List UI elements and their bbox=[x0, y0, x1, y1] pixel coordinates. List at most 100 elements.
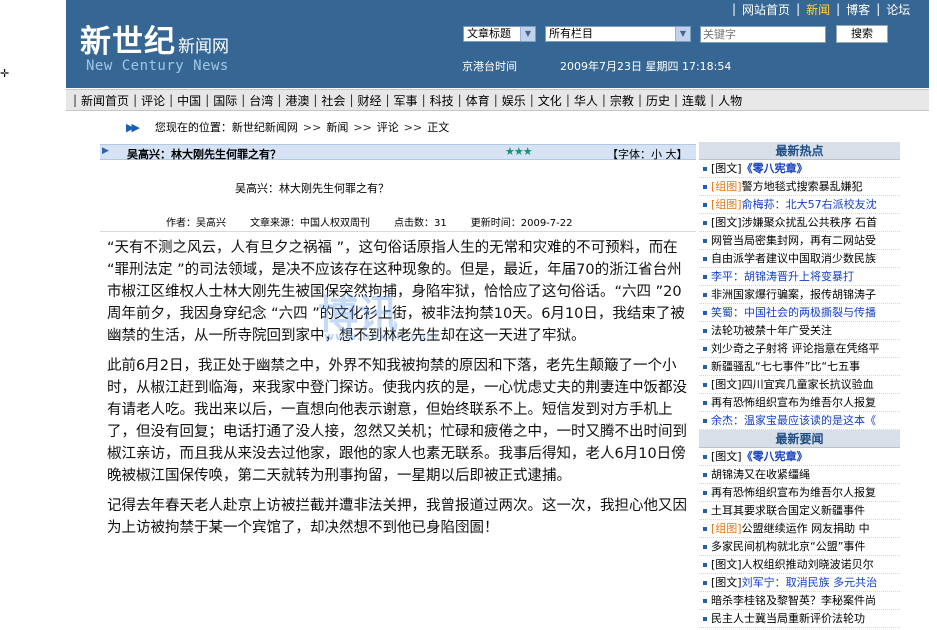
sidebar-news-item[interactable]: [图文] 《零八宪章》 bbox=[699, 160, 900, 178]
breadcrumb-link[interactable]: 新闻 bbox=[326, 119, 348, 135]
nav-item[interactable]: 华人 bbox=[574, 92, 598, 109]
sidebar-news-item[interactable]: 多家民间机构就北京“公盟”事件 bbox=[699, 538, 900, 556]
sidebar-news-item[interactable]: [图文] 人权组织推动刘晓波诺贝尔 bbox=[699, 556, 900, 574]
divider: | bbox=[385, 93, 390, 107]
news-item-link[interactable]: 俞梅荪：北大57右派校友沈 bbox=[742, 196, 877, 213]
news-item-link[interactable]: 李平：胡锦涛晋升上将变暴打 bbox=[711, 268, 854, 285]
news-item-link[interactable]: 多家民间机构就北京“公盟”事件 bbox=[711, 538, 865, 555]
search-field-select[interactable]: 文章标题 ▼ bbox=[463, 26, 536, 42]
search-button[interactable]: 搜索 bbox=[836, 25, 888, 43]
bullet-icon bbox=[703, 166, 707, 171]
sidebar-news-item[interactable]: 网管当局密集封网，再有二网站受 bbox=[699, 232, 900, 250]
nav-item[interactable]: 历史 bbox=[646, 92, 670, 109]
sidebar-news-item[interactable]: [组图] 警方地毯式搜索暴乱嫌犯 bbox=[699, 178, 900, 196]
news-item-link[interactable]: 《零八宪章》 bbox=[742, 448, 808, 465]
top-link-home[interactable]: 网站首页 bbox=[742, 1, 790, 18]
nav-item[interactable]: 体育 bbox=[466, 92, 490, 109]
sidebar-news-item[interactable]: [图文] 四川宜宾几童家长抗议验血 bbox=[699, 376, 900, 394]
news-item-link[interactable]: 余杰：温家宝最应该读的是这本《 bbox=[711, 412, 876, 429]
news-item-link[interactable]: 再有恐怖组织宣布为维吾尔人报复 bbox=[711, 484, 876, 501]
sidebar-news-item[interactable]: 刘少奇之子射将 评论指意在凭络平 bbox=[699, 340, 900, 358]
nav-item[interactable]: 评论 bbox=[141, 92, 165, 109]
bullet-icon bbox=[703, 508, 707, 513]
news-item-link[interactable]: 刘军宁：取消民族 多元共治 bbox=[742, 574, 878, 591]
nav-item[interactable]: 新闻首页 bbox=[81, 92, 129, 109]
search-column-select[interactable]: 所有栏目 ▼ bbox=[545, 26, 691, 42]
breadcrumb-link[interactable]: 新世纪新闻网 bbox=[232, 119, 298, 135]
sidebar-news-item[interactable]: 笑蜀：中国社会的两极撕裂与传播 bbox=[699, 304, 900, 322]
news-item-link[interactable]: 四川宜宾几童家长抗议验血 bbox=[742, 376, 874, 393]
news-item-link[interactable]: 新疆骚乱“七七事件”比“七五事 bbox=[711, 358, 860, 375]
sidebar-news-item[interactable]: [图文] 《零八宪章》 bbox=[699, 448, 900, 466]
sidebar-news-item[interactable]: 余杰：温家宝最应该读的是这本《 bbox=[699, 412, 900, 430]
sidebar-news-item[interactable]: 暗杀李桂铭及黎智英？李秘案件尚 bbox=[699, 592, 900, 610]
sidebar-news-item[interactable]: 再有恐怖组织宣布为维吾尔人报复 bbox=[699, 484, 900, 502]
divider: | bbox=[796, 2, 801, 16]
top-link-forum[interactable]: 论坛 bbox=[886, 1, 910, 18]
chevron-down-icon: ▼ bbox=[520, 27, 535, 41]
nav-item[interactable]: 人物 bbox=[718, 92, 742, 109]
top-link-blog[interactable]: 博客 bbox=[846, 1, 870, 18]
nav-item[interactable]: 中国 bbox=[177, 92, 201, 109]
font-size-control[interactable]: 【字体：小 大】 bbox=[607, 146, 688, 162]
divider: | bbox=[637, 93, 642, 107]
bullet-icon bbox=[703, 292, 707, 297]
sidebar-news-item[interactable]: [组图] 公盟继续运作 网友捐助 中 bbox=[699, 520, 900, 538]
sidebar-news-item[interactable]: [组图] 俞梅荪：北大57右派校友沈 bbox=[699, 196, 900, 214]
sidebar-news-item[interactable]: 土耳其要求联合国定义新疆事件 bbox=[699, 502, 900, 520]
rating-stars: ★★★ bbox=[505, 145, 533, 158]
nav-item[interactable]: 财经 bbox=[357, 92, 381, 109]
site-logo[interactable]: 新世纪 新闻网 bbox=[80, 16, 229, 61]
nav-item[interactable]: 宗教 bbox=[610, 92, 634, 109]
sidebar-news-item[interactable]: 胡锦涛又在收紧缰绳 bbox=[699, 466, 900, 484]
news-item-link[interactable]: 民主人士冀当局重新评价法轮功 bbox=[711, 610, 865, 627]
bullet-icon bbox=[703, 256, 707, 261]
news-item-link[interactable]: 人权组织推动刘晓波诺贝尔 bbox=[742, 556, 874, 573]
news-item-link[interactable]: 刘少奇之子射将 评论指意在凭络平 bbox=[711, 340, 880, 357]
nav-item[interactable]: 国际 bbox=[213, 92, 237, 109]
news-item-link[interactable]: 法轮功被禁十年广受关注 bbox=[711, 322, 832, 339]
important-news-list: [图文] 《零八宪章》 胡锦涛又在收紧缰绳 再有恐怖组织宣布为维吾尔人报复 土耳其要求联… bbox=[699, 448, 900, 628]
sidebar-news-item[interactable]: [图文] 涉嫌聚众扰乱公共秩序 石首 bbox=[699, 214, 900, 232]
news-item-link[interactable]: 土耳其要求联合国定义新疆事件 bbox=[711, 502, 865, 519]
nav-item[interactable]: 社会 bbox=[321, 92, 345, 109]
news-item-tag: [图文] bbox=[711, 161, 742, 175]
nav-item[interactable]: 台湾 bbox=[249, 92, 273, 109]
news-item-tag: [图文] bbox=[711, 215, 742, 229]
keyword-input[interactable] bbox=[700, 26, 826, 43]
sidebar-news-item[interactable]: [图文] 刘军宁：取消民族 多元共治 bbox=[699, 574, 900, 592]
article-updated: 更新时间：2009-7-22 bbox=[470, 218, 573, 229]
nav-item[interactable]: 军事 bbox=[394, 92, 418, 109]
sidebar-news-item[interactable]: 法轮功被禁十年广受关注 bbox=[699, 322, 900, 340]
sidebar-news-item[interactable]: 新疆骚乱“七七事件”比“七五事 bbox=[699, 358, 900, 376]
nav-item[interactable]: 文化 bbox=[538, 92, 562, 109]
news-item-link[interactable]: 警方地毯式搜索暴乱嫌犯 bbox=[742, 178, 863, 195]
news-item-tag: [图文] bbox=[711, 557, 742, 571]
news-item-link[interactable]: 网管当局密集封网，再有二网站受 bbox=[711, 232, 876, 249]
news-item-link[interactable]: 涉嫌聚众扰乱公共秩序 石首 bbox=[742, 214, 878, 231]
sidebar-news-item[interactable]: 自由派学者建议中国取消少数民族 bbox=[699, 250, 900, 268]
sidebar-news-item[interactable]: 再有恐怖组织宣布为维吾尔人报复 bbox=[699, 394, 900, 412]
news-item-link[interactable]: 再有恐怖组织宣布为维吾尔人报复 bbox=[711, 394, 876, 411]
top-link-news[interactable]: 新闻 bbox=[806, 1, 830, 18]
news-item-link[interactable]: 自由派学者建议中国取消少数民族 bbox=[711, 250, 876, 267]
logo-subtitle: 新闻网 bbox=[178, 37, 229, 57]
news-item-link[interactable]: 笑蜀：中国社会的两极撕裂与传播 bbox=[711, 304, 876, 321]
news-item-link[interactable]: 《零八宪章》 bbox=[742, 160, 808, 177]
nav-item[interactable]: 连载 bbox=[682, 92, 706, 109]
sidebar-news-item[interactable]: 李平：胡锦涛晋升上将变暴打 bbox=[699, 268, 900, 286]
nav-item[interactable]: 科技 bbox=[430, 92, 454, 109]
breadcrumb-link[interactable]: 评论 bbox=[377, 119, 399, 135]
news-item-link[interactable]: 公盟继续运作 网友捐助 中 bbox=[742, 520, 870, 537]
news-item-link[interactable]: 胡锦涛又在收紧缰绳 bbox=[711, 466, 810, 483]
divider: | bbox=[421, 93, 426, 107]
nav-item[interactable]: 娱乐 bbox=[502, 92, 526, 109]
sidebar-news-item[interactable]: 民主人士冀当局重新评价法轮功 bbox=[699, 610, 900, 628]
sidebar-news-item[interactable]: 非洲国家爆行骗案，报传胡锦涛子 bbox=[699, 286, 900, 304]
bullet-icon bbox=[703, 418, 707, 423]
news-item-link[interactable]: 非洲国家爆行骗案，报传胡锦涛子 bbox=[711, 286, 876, 303]
news-item-link[interactable]: 暗杀李桂铭及黎智英？李秘案件尚 bbox=[711, 592, 876, 609]
divider: | bbox=[73, 93, 78, 107]
logo-chinese: 新世纪 bbox=[80, 24, 176, 60]
nav-item[interactable]: 港澳 bbox=[285, 92, 309, 109]
